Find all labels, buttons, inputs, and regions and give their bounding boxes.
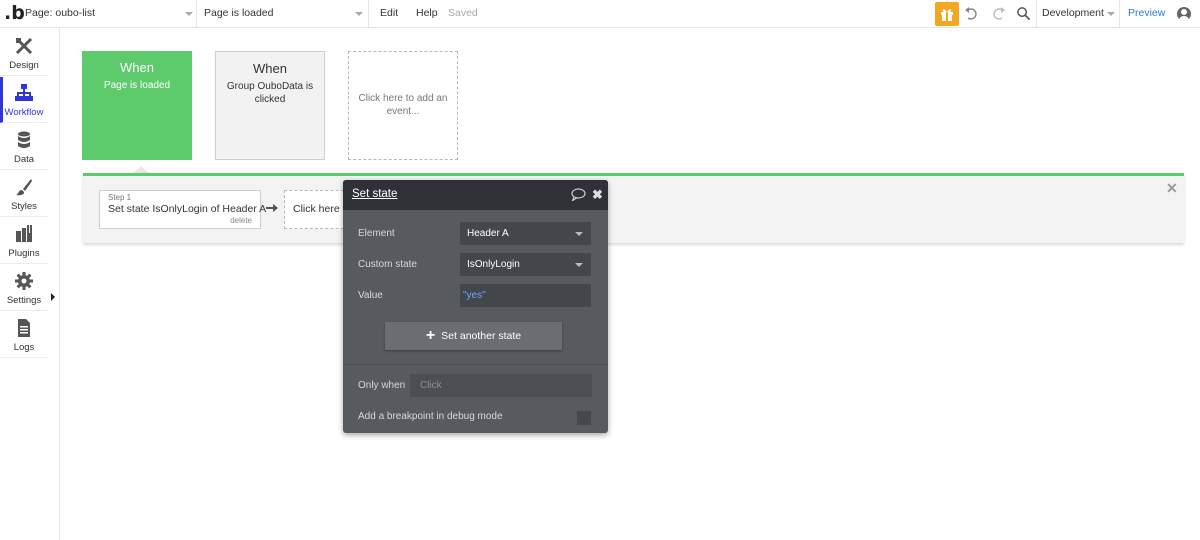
sidebar-item-data[interactable]: Data	[0, 124, 48, 170]
workflow-step-card[interactable]: Step 1 Set state IsOnlyLogin of Header A…	[99, 190, 266, 229]
gift-icon	[941, 9, 953, 21]
close-icon[interactable]: ✕	[1166, 180, 1178, 197]
sidebar-item-label: Data	[13, 154, 35, 165]
event-selector[interactable]: Page is loaded	[204, 0, 273, 27]
set-another-state-button[interactable]: + Set another state	[385, 322, 562, 350]
selected-event-pointer	[133, 166, 149, 173]
help-menu[interactable]: Help	[416, 0, 438, 27]
add-event-label: Click here to add an event...	[358, 93, 448, 117]
event-card-group-clicked[interactable]: When Group OuboData is clicked	[215, 51, 325, 160]
gift-button[interactable]	[935, 2, 959, 26]
element-dropdown[interactable]: Header A	[460, 222, 591, 245]
step-title: Set state IsOnlyLogin of Header A	[108, 203, 267, 215]
comment-icon[interactable]	[571, 188, 586, 201]
element-dropdown-value: Header A	[467, 228, 509, 239]
value-expression-field[interactable]: "yes"	[460, 284, 591, 307]
event-card-page-loaded[interactable]: When Page is loaded	[82, 51, 192, 160]
sidebar-item-label: Design	[9, 60, 39, 71]
sidebar-item-label: Plugins	[8, 248, 40, 259]
arrow-right-icon	[266, 204, 278, 212]
sidebar-item-label: Settings	[6, 295, 42, 306]
event-selector-caret-icon[interactable]	[355, 12, 363, 16]
sidebar-item-label: Logs	[13, 342, 35, 353]
preview-link[interactable]: Preview	[1128, 0, 1165, 27]
sidebar-item-design[interactable]: Design	[0, 30, 48, 76]
sidebar-item-logs[interactable]: Logs	[0, 312, 48, 358]
search-icon[interactable]	[1016, 6, 1031, 21]
only-when-field[interactable]: Click	[410, 374, 592, 397]
divider	[59, 28, 60, 540]
workflow-icon	[15, 84, 33, 101]
brush-icon	[16, 179, 32, 196]
event-when-label: When	[253, 61, 287, 76]
plus-icon: +	[425, 327, 436, 344]
chevron-down-icon	[575, 263, 583, 267]
divider	[1036, 0, 1037, 27]
plugins-icon	[16, 225, 32, 242]
close-icon[interactable]: ✖	[592, 187, 603, 203]
only-when-label: Only when	[358, 380, 406, 391]
step-number: Step 1	[108, 193, 132, 202]
gear-icon	[15, 272, 33, 290]
divider	[1119, 0, 1120, 27]
bubble-logo[interactable]: .b	[4, 3, 25, 23]
breakpoint-checkbox[interactable]	[577, 411, 591, 425]
divider	[343, 364, 608, 365]
event-description: Page is loaded	[103, 80, 171, 91]
set-another-state-label: Set another state	[441, 330, 522, 342]
value-label: Value	[358, 290, 383, 301]
redo-icon[interactable]	[990, 6, 1006, 22]
sidebar-item-label: Styles	[11, 201, 37, 212]
design-icon	[15, 37, 33, 55]
property-editor-title[interactable]: Set state	[352, 188, 397, 200]
sidebar-item-label: Workflow	[4, 107, 44, 118]
chevron-down-icon	[575, 232, 583, 236]
save-status: Saved	[448, 7, 478, 19]
account-avatar-icon[interactable]	[1177, 7, 1191, 21]
add-event-button[interactable]: Click here to add an event...	[348, 51, 458, 160]
page-selector-caret-icon[interactable]	[185, 12, 193, 16]
custom-state-label: Custom state	[358, 259, 417, 270]
environment-caret-icon[interactable]	[1107, 12, 1115, 16]
set-state-property-editor: Set state ✖ Element Header A Custom stat…	[343, 180, 608, 433]
event-when-label: When	[120, 60, 154, 75]
environment-selector[interactable]: Development	[1042, 0, 1104, 27]
sidebar-item-styles[interactable]: Styles	[0, 171, 48, 217]
property-editor-header: Set state ✖	[343, 180, 608, 210]
sidebar-expand-icon[interactable]	[51, 293, 55, 301]
edit-menu[interactable]: Edit	[380, 0, 398, 27]
custom-state-dropdown-value: IsOnlyLogin	[467, 259, 520, 270]
breakpoint-label: Add a breakpoint in debug mode	[358, 411, 503, 422]
divider	[196, 0, 197, 27]
event-description: Group OuboData is clicked	[226, 81, 314, 105]
sidebar-item-workflow[interactable]: Workflow	[0, 77, 48, 123]
sidebar-item-settings[interactable]: Settings	[0, 265, 48, 311]
custom-state-dropdown[interactable]: IsOnlyLogin	[460, 253, 591, 276]
logs-icon	[18, 319, 30, 337]
top-bar: .b Page: oubo-list Page is loaded Edit H…	[0, 0, 1200, 28]
undo-icon[interactable]	[964, 6, 980, 22]
step-delete-link[interactable]: delete	[230, 216, 252, 225]
sidebar-item-plugins[interactable]: Plugins	[0, 218, 48, 264]
element-label: Element	[358, 228, 395, 239]
left-sidebar: Design Workflow Data Styles Plugins Sett…	[0, 28, 48, 540]
divider	[368, 0, 369, 27]
database-icon	[18, 131, 30, 148]
page-selector[interactable]: Page: oubo-list	[25, 0, 95, 27]
